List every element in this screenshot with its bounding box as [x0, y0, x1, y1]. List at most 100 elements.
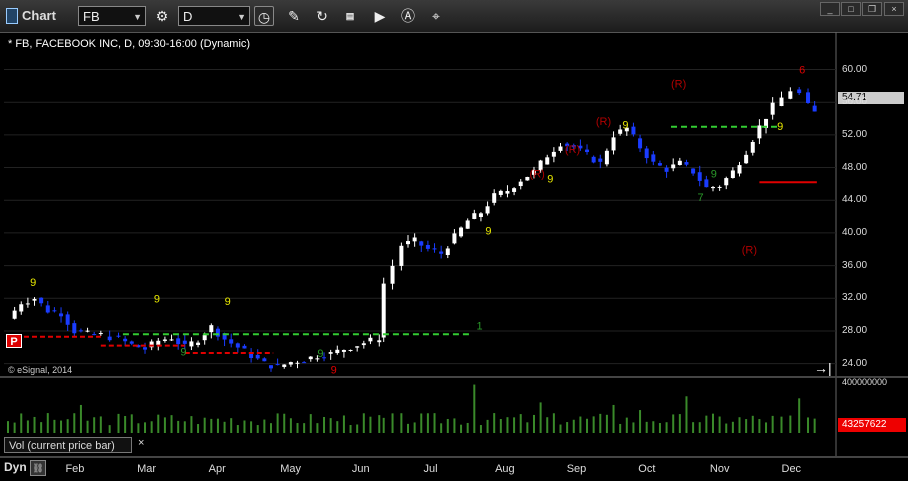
candle-body: [399, 245, 404, 266]
candle-body: [591, 156, 596, 163]
volume-bar: [698, 422, 701, 433]
candle-body: [485, 206, 490, 214]
volume-bar: [433, 413, 436, 433]
volume-bar: [86, 420, 89, 433]
candle-body: [196, 342, 201, 345]
candle-body: [361, 343, 366, 346]
volume-bar: [369, 416, 372, 433]
scroll-end-icon[interactable]: →|: [814, 360, 832, 376]
volume-bar: [269, 423, 272, 433]
candle-body: [452, 233, 457, 244]
volume-bar: [407, 423, 410, 433]
copyright: © eSignal, 2014: [8, 365, 73, 375]
candle-body: [459, 227, 464, 237]
volume-bar: [725, 423, 728, 433]
candle-body: [651, 154, 656, 162]
volume-bar: [639, 410, 642, 433]
volume-bar: [672, 414, 675, 433]
candle-body: [472, 213, 477, 219]
volume-bar: [758, 419, 761, 433]
price-chart[interactable]: 1(R)(R)(R)(R)(R)799 9999 99 9969: [0, 0, 908, 481]
candle-body: [770, 102, 775, 115]
candle-body: [412, 237, 417, 242]
volume-bar: [197, 424, 200, 433]
y-tick-label: 28.00: [842, 324, 868, 336]
x-tick-label: Apr: [208, 463, 226, 475]
volume-bar: [309, 414, 312, 433]
candle-body: [328, 352, 333, 354]
setup-label: 9: [225, 296, 231, 308]
candle-body: [176, 338, 181, 345]
candle-body: [671, 164, 676, 169]
volume-bar: [117, 413, 120, 433]
volume-bar: [79, 404, 82, 433]
volume-bar: [738, 417, 741, 433]
candle-body: [604, 150, 609, 165]
candle-body: [806, 92, 811, 103]
candle-body: [215, 328, 220, 337]
candle-body: [107, 336, 112, 341]
volume-bar: [40, 422, 43, 433]
volume-bar: [183, 421, 186, 433]
volume-bar: [473, 384, 476, 433]
volume-bar: [7, 421, 9, 433]
candle-body: [717, 186, 722, 188]
chart-title: * FB, FACEBOOK INC, D, 09:30-16:00 (Dyna…: [8, 38, 251, 50]
candle-body: [348, 349, 353, 351]
link-icon[interactable]: ⛓: [30, 460, 46, 476]
volume-bar: [798, 398, 801, 433]
candle-body: [275, 364, 280, 366]
candle-body: [123, 338, 128, 342]
pane-separator[interactable]: [0, 376, 908, 378]
volume-bar: [289, 418, 292, 433]
volume-bar: [519, 414, 522, 433]
close-icon[interactable]: ×: [138, 437, 144, 449]
volume-bar: [190, 416, 193, 433]
volume-scale-label: 400000000: [842, 377, 888, 387]
candle-body: [235, 343, 240, 348]
volume-bar: [486, 419, 489, 433]
volume-bar: [250, 421, 253, 433]
volume-bar: [813, 418, 816, 433]
volume-bar: [619, 423, 622, 433]
volume-bar: [678, 414, 681, 433]
candle-body: [730, 170, 735, 178]
candle-body: [368, 337, 373, 342]
candle-body: [390, 265, 395, 284]
volume-study-label[interactable]: Vol (current price bar): [4, 437, 132, 453]
volume-bar: [150, 421, 153, 433]
candle-body: [169, 339, 174, 341]
volume-bar: [586, 418, 589, 433]
volume-bar: [665, 422, 668, 433]
volume-bar: [658, 423, 661, 433]
y-tick-label: 52.00: [842, 128, 868, 140]
candle-body: [737, 165, 742, 174]
candle-body: [162, 339, 167, 341]
p-marker[interactable]: P: [6, 334, 22, 348]
volume-bar: [46, 413, 49, 433]
candle-body: [209, 325, 214, 333]
volume-bar: [130, 414, 133, 433]
volume-bar: [144, 422, 147, 433]
candle-body: [518, 181, 523, 187]
volume-bar: [780, 416, 783, 433]
volume-bar: [60, 420, 63, 433]
candle-body: [381, 283, 386, 338]
candle-body: [242, 345, 247, 349]
volume-bar: [342, 415, 345, 433]
setup-label: 7: [698, 192, 704, 204]
candle-body: [710, 187, 715, 189]
volume-bar: [170, 415, 173, 433]
candle-body: [505, 191, 510, 194]
volume-bar: [400, 413, 403, 433]
candle-body: [302, 362, 307, 364]
candle-body: [445, 248, 450, 256]
candle-body: [657, 163, 662, 166]
setup-label: 9: [180, 346, 186, 358]
volume-bar: [236, 425, 239, 433]
volume-bar: [256, 425, 259, 433]
dyn-button[interactable]: Dyn: [4, 460, 27, 474]
setup-label: 9: [622, 119, 628, 131]
candle-body: [545, 157, 550, 165]
y-tick-label: 56.00: [842, 96, 868, 108]
